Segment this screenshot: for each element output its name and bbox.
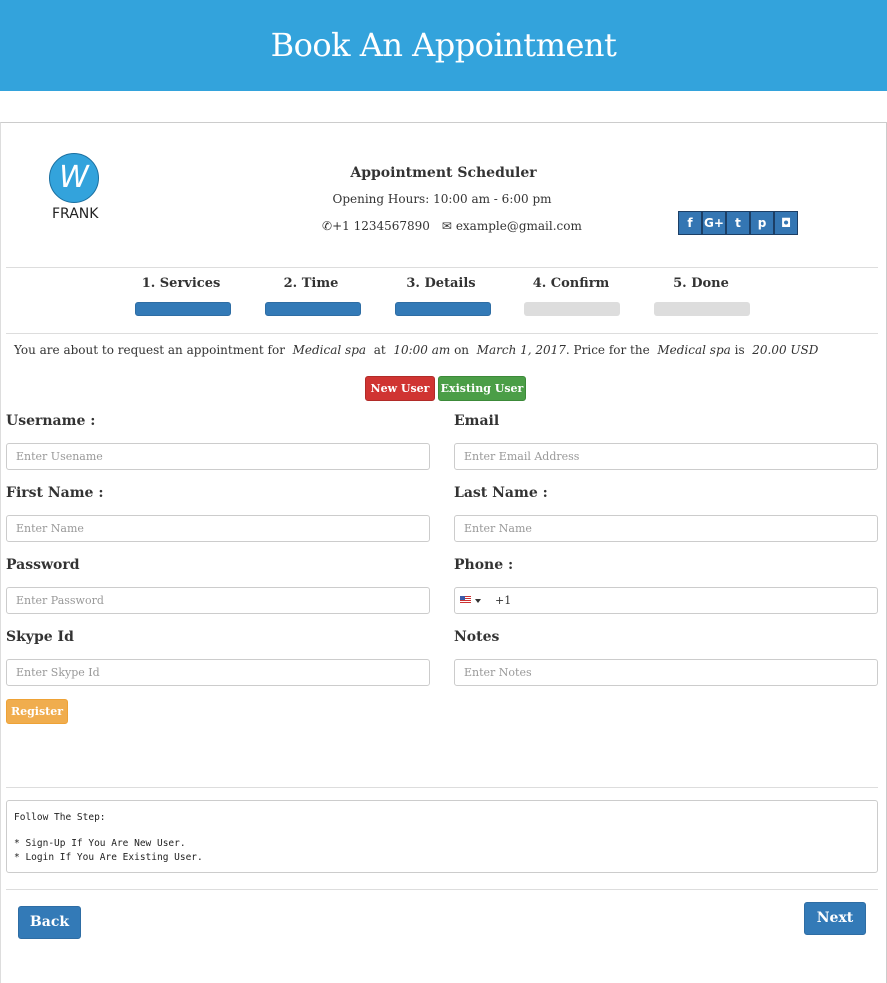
email-label: Email — [454, 413, 500, 429]
step-label-time: 2. Time — [283, 276, 339, 291]
us-flag-icon[interactable] — [460, 596, 471, 604]
summary-at: at — [373, 343, 386, 357]
step-label-services: 1. Services — [141, 276, 221, 291]
step-label-details: 3. Details — [406, 276, 476, 291]
social-links: f G+ t p ◘ — [678, 211, 798, 235]
envelope-icon: ✉ — [441, 219, 452, 233]
back-button[interactable]: Back — [18, 906, 81, 939]
page-header: Book An Appointment — [0, 0, 887, 91]
notes-input[interactable] — [454, 659, 878, 686]
summary-is: is — [734, 343, 745, 357]
appointment-summary: You are about to request an appointment … — [14, 343, 818, 357]
step-bar-confirm[interactable] — [524, 302, 620, 316]
business-email[interactable]: example@gmail.com — [456, 219, 582, 233]
step-bar-time[interactable] — [265, 302, 361, 316]
username-input[interactable] — [6, 443, 430, 470]
step-bar-details[interactable] — [395, 302, 491, 316]
logo-text: FRANK — [52, 206, 99, 222]
step-label-done: 5. Done — [673, 276, 729, 291]
summary-price-text: . Price for the — [565, 343, 650, 357]
last-name-label: Last Name : — [454, 485, 548, 501]
instructions-title: Follow The Step: — [14, 812, 106, 823]
password-label: Password — [6, 557, 80, 573]
summary-price: 20.00 USD — [752, 343, 819, 357]
skype-label: Skype Id — [6, 629, 74, 645]
first-name-input[interactable] — [6, 515, 430, 542]
step-label-confirm: 4. Confirm — [532, 276, 610, 291]
last-name-input[interactable] — [454, 515, 878, 542]
register-button[interactable]: Register — [6, 699, 68, 724]
existing-user-button[interactable]: Existing User — [438, 376, 526, 401]
phone-dial-code: +1 — [495, 594, 512, 607]
summary-date: March 1, 2017 — [476, 343, 566, 357]
facebook-icon[interactable]: f — [678, 211, 702, 235]
skype-input[interactable] — [6, 659, 430, 686]
phone-input[interactable]: +1 — [454, 587, 878, 614]
instructions-line: * Sign-Up If You Are New User. — [14, 838, 186, 849]
divider — [6, 787, 878, 788]
instructions-line: * Login If You Are Existing User. — [14, 852, 203, 863]
business-logo: W FRANK — [48, 153, 104, 225]
new-user-button[interactable]: New User — [365, 376, 435, 401]
notes-label: Notes — [454, 629, 500, 645]
instagram-icon[interactable]: ◘ — [774, 211, 798, 235]
step-bar-services[interactable] — [135, 302, 231, 316]
divider — [6, 889, 878, 890]
twitter-icon[interactable]: t — [726, 211, 750, 235]
chevron-down-icon[interactable] — [475, 599, 481, 603]
scheduler-title: Appointment Scheduler — [350, 165, 537, 181]
summary-prefix: You are about to request an appointment … — [14, 343, 285, 357]
divider — [6, 333, 878, 334]
opening-hours: Opening Hours: 10:00 am - 6:00 pm — [332, 192, 552, 206]
divider — [6, 267, 878, 268]
page-title: Book An Appointment — [270, 26, 617, 64]
summary-service: Medical spa — [292, 343, 367, 357]
password-input[interactable] — [6, 587, 430, 614]
phone-label: Phone : — [454, 557, 514, 573]
summary-time: 10:00 am — [393, 343, 451, 357]
next-button[interactable]: Next — [804, 902, 866, 935]
google-plus-icon[interactable]: G+ — [702, 211, 726, 235]
pinterest-icon[interactable]: p — [750, 211, 774, 235]
instructions-box: Follow The Step: * Sign-Up If You Are Ne… — [6, 800, 878, 873]
summary-on: on — [454, 343, 470, 357]
phone-icon: ✆ — [322, 219, 333, 233]
summary-service-2: Medical spa — [657, 343, 731, 357]
contact-info: ✆+1 1234567890 ✉ example@gmail.com — [322, 219, 582, 233]
first-name-label: First Name : — [6, 485, 104, 501]
email-input[interactable] — [454, 443, 878, 470]
business-phone: +1 1234567890 — [332, 219, 430, 233]
step-bar-done[interactable] — [654, 302, 750, 316]
username-label: Username : — [6, 413, 96, 429]
